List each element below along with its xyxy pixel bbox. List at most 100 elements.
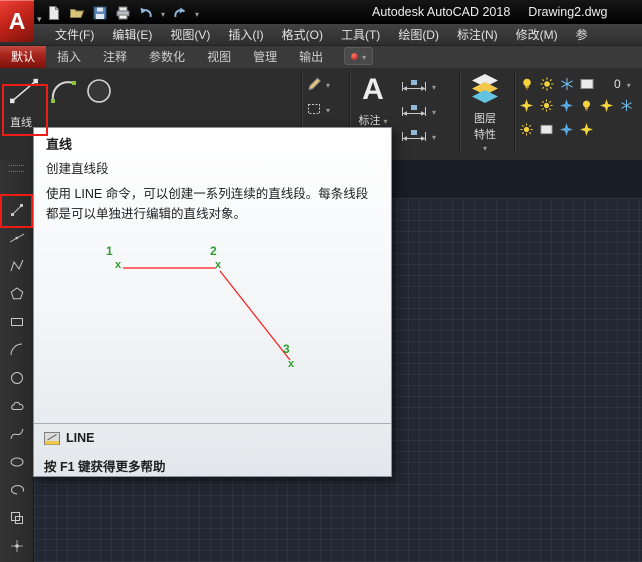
- panel-separator: [514, 72, 516, 154]
- diagram-point-label: 3: [283, 342, 290, 356]
- dimension-icon[interactable]: [400, 104, 428, 118]
- diagram-point-label: 1: [106, 244, 113, 258]
- ellipse-arc-icon: [9, 482, 25, 498]
- annotate-panel-label[interactable]: 标注: [350, 112, 396, 128]
- linear-dimension-icon[interactable]: [400, 79, 428, 93]
- layer-tool-sun-icon[interactable]: [520, 123, 533, 136]
- layers-caret-icon: [483, 142, 487, 154]
- doc-title: Drawing2.dwg: [528, 5, 608, 19]
- tool-insert-block[interactable]: [0, 504, 33, 532]
- tooltip-description: 使用 LINE 命令，可以创建一系列连续的直线段。每条线段都是可以单独进行编辑的…: [46, 187, 369, 221]
- ribbon-tab-home[interactable]: 默认: [0, 46, 47, 68]
- ribbon-tab-output[interactable]: 输出: [288, 46, 334, 68]
- redo-icon[interactable]: [172, 5, 188, 21]
- menu-modify[interactable]: 修改(M): [507, 24, 567, 45]
- menu-view[interactable]: 视图(V): [161, 24, 219, 45]
- layer-tool-star-icon[interactable]: [580, 123, 593, 136]
- edit-pencil-icon[interactable]: [306, 76, 322, 92]
- open-icon[interactable]: [69, 5, 85, 21]
- quick-access-toolbar: [46, 4, 199, 22]
- dimension-icon[interactable]: [400, 129, 428, 143]
- ribbon-tab-parametric[interactable]: 参数化: [138, 46, 196, 68]
- menu-file[interactable]: 文件(F): [46, 24, 103, 45]
- menu-draw[interactable]: 绘图(D): [389, 24, 448, 45]
- menu-insert[interactable]: 插入(I): [219, 24, 272, 45]
- ribbon-tab-insert[interactable]: 插入: [46, 46, 92, 68]
- undo-dropdown-caret-icon[interactable]: [161, 4, 165, 22]
- layer-tool-star-icon[interactable]: [560, 123, 573, 136]
- diagram-x-marker: x: [115, 259, 122, 271]
- panel-separator: [459, 72, 461, 154]
- layer-tool-snowflake-icon[interactable]: [620, 99, 633, 112]
- ribbon-tab-annotate[interactable]: 注释: [92, 46, 138, 68]
- redo-dropdown-caret-icon[interactable]: [195, 4, 199, 22]
- menu-tools[interactable]: 工具(T): [332, 24, 389, 45]
- layer-thaw-sun-icon[interactable]: [540, 77, 554, 91]
- dimension-caret-icon[interactable]: [432, 77, 436, 95]
- save-icon[interactable]: [92, 5, 108, 21]
- layer-tool-star-icon[interactable]: [600, 99, 613, 112]
- modify-caret-icon[interactable]: [326, 75, 330, 93]
- autocad-logo-icon: A: [8, 7, 26, 34]
- tool-polygon[interactable]: [0, 280, 33, 308]
- app-title: Autodesk AutoCAD 2018: [372, 5, 511, 19]
- dimension-tool-row: [400, 102, 436, 120]
- tool-ellipse[interactable]: [0, 448, 33, 476]
- toolbar-grip[interactable]: [9, 171, 24, 172]
- arc-tool-icon[interactable]: [48, 76, 78, 106]
- layer-dropdown-caret-icon[interactable]: [627, 75, 631, 93]
- undo-icon[interactable]: [138, 5, 154, 21]
- tool-spline[interactable]: [0, 420, 33, 448]
- layer-tool-sun-icon[interactable]: [540, 99, 553, 112]
- layer-control-row: 0: [520, 75, 631, 93]
- text-tool-icon[interactable]: A: [352, 69, 394, 111]
- layer-color-swatch-icon[interactable]: [580, 77, 594, 91]
- diagram-x-marker: x: [288, 358, 295, 370]
- highlight-box-ribbon-line-tool: [2, 84, 48, 136]
- current-layer-name[interactable]: 0: [614, 77, 621, 91]
- toolbar-grip[interactable]: [9, 165, 24, 166]
- tool-circle[interactable]: [0, 364, 33, 392]
- layer-tool-row: [520, 123, 593, 136]
- ribbon-tab-view[interactable]: 视图: [196, 46, 242, 68]
- layer-tool-star-icon[interactable]: [560, 99, 573, 112]
- modify-caret-icon[interactable]: [326, 100, 330, 118]
- menu-parametric[interactable]: 参: [567, 24, 597, 45]
- layer-properties-label[interactable]: 图层 特性: [462, 110, 508, 154]
- dimension-tool-row: [400, 77, 436, 95]
- new-file-icon[interactable]: [46, 5, 62, 21]
- menu-format[interactable]: 格式(O): [273, 24, 332, 45]
- dimension-caret-icon[interactable]: [432, 102, 436, 120]
- tool-polyline[interactable]: [0, 252, 33, 280]
- tool-construction-line[interactable]: [0, 224, 33, 252]
- ribbon-tab-manage[interactable]: 管理: [242, 46, 288, 68]
- application-menu-caret-icon[interactable]: ▾: [37, 14, 42, 25]
- ribbon-tab-bar: 默认 插入 注释 参数化 视图 管理 输出: [0, 46, 642, 68]
- menu-edit[interactable]: 编辑(E): [103, 24, 161, 45]
- circle-tool-icon[interactable]: [84, 76, 114, 106]
- layer-on-bulb-icon[interactable]: [520, 77, 534, 91]
- layer-tool-swatch-icon[interactable]: [540, 123, 553, 136]
- tool-ellipse-arc[interactable]: [0, 476, 33, 504]
- layer-tool-bulb-icon[interactable]: [580, 99, 593, 112]
- polyline-icon: [9, 258, 25, 274]
- tool-arc[interactable]: [0, 336, 33, 364]
- menu-dimension[interactable]: 标注(N): [448, 24, 507, 45]
- insert-block-icon: [9, 510, 25, 526]
- dimension-caret-icon[interactable]: [432, 127, 436, 145]
- layer-freeze-snowflake-icon[interactable]: [560, 77, 574, 91]
- plot-icon[interactable]: [115, 5, 131, 21]
- diagram-x-marker: x: [215, 259, 222, 271]
- tool-rectangle[interactable]: [0, 308, 33, 336]
- tool-point[interactable]: [0, 532, 33, 560]
- ribbon-options-button[interactable]: [344, 47, 374, 65]
- layer-properties-icon[interactable]: [465, 73, 505, 105]
- layer-tool-star-icon[interactable]: [520, 99, 533, 112]
- tool-revision-cloud[interactable]: [0, 392, 33, 420]
- polygon-icon: [9, 286, 25, 302]
- window-title: Autodesk AutoCAD 2018 Drawing2.dwg: [372, 5, 608, 19]
- application-menu-button[interactable]: A: [0, 0, 34, 42]
- ellipse-icon: [9, 454, 25, 470]
- rectangle-icon: [9, 314, 25, 330]
- selection-rectangle-icon[interactable]: [306, 101, 322, 117]
